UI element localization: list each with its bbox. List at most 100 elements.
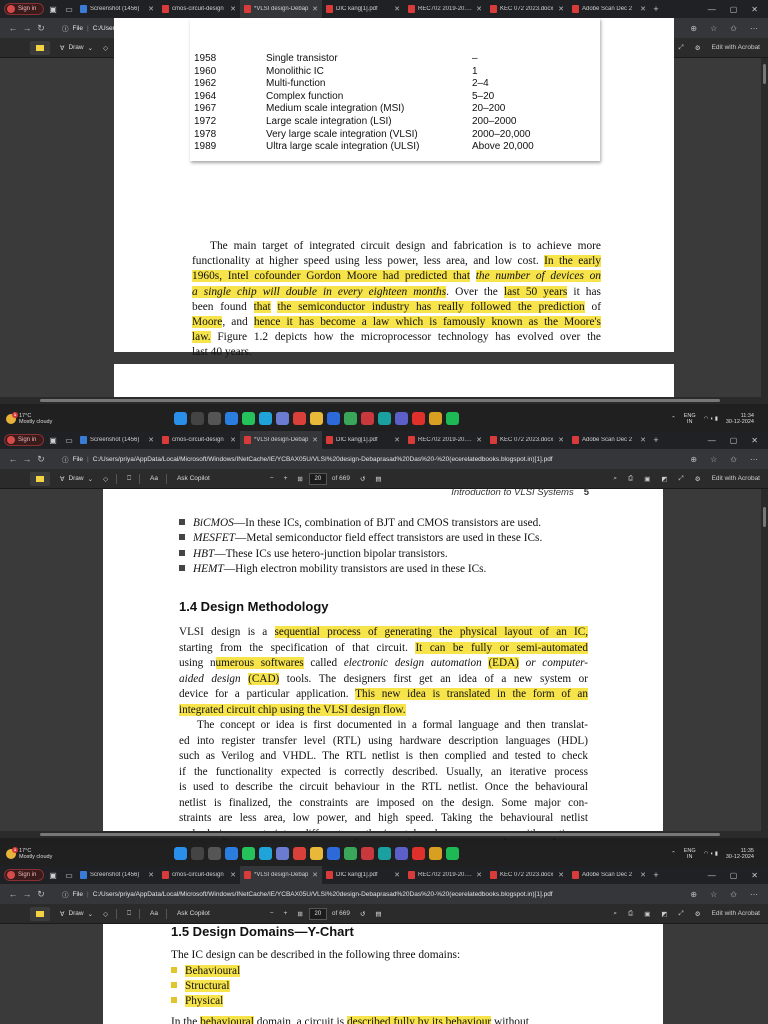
back-icon[interactable]: ← [6, 889, 20, 899]
ask-copilot-button[interactable]: Ask Copilot [177, 910, 210, 917]
more-icon[interactable]: ⋯ [750, 455, 758, 464]
search-icon[interactable]: ⌕ [613, 910, 617, 918]
expand-icon[interactable]: ⤢ [679, 910, 684, 918]
sign-in-button[interactable]: Sign in [4, 434, 44, 446]
whatsapp-icon[interactable] [242, 412, 255, 425]
expand-icon[interactable]: ⤢ [679, 44, 684, 52]
highlight-tool[interactable] [30, 40, 50, 55]
close-icon[interactable]: ✕ [230, 871, 236, 879]
zoom-out-button[interactable]: − [270, 910, 274, 917]
edge-dev-icon[interactable] [378, 847, 391, 860]
url-field[interactable]: ⓘFile|C:/Users/priya/AppData/Local/Micro… [62, 889, 553, 900]
youtube-icon[interactable] [412, 412, 425, 425]
print-icon[interactable]: ⎙ [628, 910, 633, 918]
spotify-icon[interactable] [446, 847, 459, 860]
workspaces-icon[interactable]: ▣ [46, 868, 60, 882]
close-icon[interactable]: ✕ [148, 871, 154, 879]
forward-icon[interactable]: → [20, 889, 34, 899]
weather-widget[interactable]: 1 17°C Mostly cloudy [6, 847, 52, 860]
calendar-icon[interactable] [293, 847, 306, 860]
vertical-scrollbar[interactable] [761, 489, 768, 831]
forward-icon[interactable]: → [20, 23, 34, 33]
view-button[interactable]: ⎕ [127, 475, 131, 483]
tab-rec702[interactable]: REC702 2019-20.doc ✕ [404, 866, 486, 884]
search-icon[interactable] [191, 847, 204, 860]
restore-icon[interactable]: ▢ [730, 436, 738, 445]
new-tab-button[interactable]: + [650, 4, 662, 14]
tab-kec072[interactable]: KEC 072 2023.docx ✕ [486, 0, 568, 18]
tab-cmos[interactable]: cmos-circuit-design ✕ [158, 431, 240, 449]
pdf-viewer[interactable]: 1958 1960 1962 1964 1967 1972 1978 1989 Single … [0, 18, 768, 404]
forward-icon[interactable]: → [20, 454, 34, 464]
page-number-input[interactable]: 20 [308, 907, 327, 920]
tab-vlsi[interactable]: *VLSI design-Debap ✕ [240, 0, 322, 18]
files-icon[interactable] [208, 412, 221, 425]
close-icon[interactable]: ✕ [312, 871, 318, 879]
close-icon[interactable]: ✕ [230, 436, 236, 444]
settings-icon[interactable]: ⚙ [695, 910, 701, 918]
close-icon[interactable]: ✕ [558, 871, 564, 879]
horizontal-scrollbar[interactable] [0, 831, 768, 838]
chevron-up-icon[interactable]: ⌃ [671, 416, 676, 422]
settings-icon[interactable] [276, 412, 289, 425]
favorites-icon[interactable]: ✩ [730, 455, 737, 464]
close-icon[interactable]: ✕ [230, 5, 236, 13]
whatsapp-icon[interactable] [242, 847, 255, 860]
close-window-icon[interactable]: ✕ [751, 871, 758, 880]
search-icon[interactable]: ⌕ [613, 475, 617, 483]
close-icon[interactable]: ✕ [640, 5, 646, 13]
tab-actions-icon[interactable]: ▭ [62, 868, 76, 882]
back-icon[interactable]: ← [6, 454, 20, 464]
minimize-icon[interactable]: — [708, 5, 716, 14]
workspaces-icon[interactable]: ▣ [46, 433, 60, 447]
star-icon[interactable]: ☆ [710, 890, 717, 899]
tab-actions-icon[interactable]: ▭ [62, 433, 76, 447]
restore-icon[interactable]: ▢ [730, 5, 738, 14]
tab-kec072[interactable]: KEC 072 2023.docx ✕ [486, 431, 568, 449]
weather-widget[interactable]: 1 17°C Mostly cloudy [6, 412, 52, 425]
horizontal-scrollbar[interactable] [0, 397, 768, 404]
more-icon[interactable]: ⋯ [750, 24, 758, 33]
two-page-icon[interactable]: ▤ [375, 475, 381, 483]
tab-dic-kang[interactable]: DIC kang[1].pdf ✕ [322, 0, 404, 18]
fit-page-icon[interactable]: ⊞ [297, 475, 302, 483]
back-icon[interactable]: ← [6, 23, 20, 33]
python-icon[interactable] [344, 847, 357, 860]
read-aloud-button[interactable]: Aa [150, 475, 158, 482]
favorites-icon[interactable]: ✩ [730, 890, 737, 899]
close-icon[interactable]: ✕ [394, 871, 400, 879]
edit-with-acrobat-button[interactable]: Edit with Acrobat [712, 44, 760, 51]
ask-copilot-button[interactable]: Ask Copilot [177, 475, 210, 482]
store-icon[interactable] [361, 847, 374, 860]
minimize-icon[interactable]: — [708, 436, 716, 445]
tab-cmos[interactable]: cmos-circuit-design ✕ [158, 0, 240, 18]
spotify-icon[interactable] [446, 412, 459, 425]
tab-actions-icon[interactable]: ▭ [62, 2, 76, 16]
windows-icon[interactable] [174, 412, 187, 425]
eraser-tool[interactable]: ◇ [103, 44, 108, 52]
more-icon[interactable]: ⋯ [750, 890, 758, 899]
close-icon[interactable]: ✕ [558, 5, 564, 13]
settings-icon[interactable]: ⚙ [695, 44, 701, 52]
tab-screenshot[interactable]: Screenshot (1456) ✕ [76, 431, 158, 449]
vscode-icon[interactable] [327, 847, 340, 860]
close-icon[interactable]: ✕ [476, 5, 482, 13]
close-icon[interactable]: ✕ [312, 436, 318, 444]
tab-adobe-scan[interactable]: Adobe Scan Dec 2 ✕ [568, 866, 650, 884]
save-icon[interactable]: ▣ [644, 475, 650, 483]
new-tab-button[interactable]: + [650, 870, 662, 880]
python-icon[interactable] [344, 412, 357, 425]
workspaces-icon[interactable]: ▣ [46, 2, 60, 16]
favorites-icon[interactable]: ✩ [730, 24, 737, 33]
highlight-tool[interactable] [30, 471, 50, 486]
new-tab-button[interactable]: + [650, 435, 662, 445]
expand-icon[interactable]: ⤢ [679, 475, 684, 483]
tab-vlsi[interactable]: *VLSI design-Debap ✕ [240, 431, 322, 449]
rotate-icon[interactable]: ↺ [360, 910, 365, 918]
tab-screenshot[interactable]: Screenshot (1456) ✕ [76, 866, 158, 884]
chrome-icon[interactable] [259, 412, 272, 425]
tab-adobe-scan[interactable]: Adobe Scan Dec 2 ✕ [568, 431, 650, 449]
star-icon[interactable]: ☆ [710, 24, 717, 33]
teams-icon[interactable] [395, 412, 408, 425]
vertical-scrollbar[interactable] [761, 58, 768, 397]
